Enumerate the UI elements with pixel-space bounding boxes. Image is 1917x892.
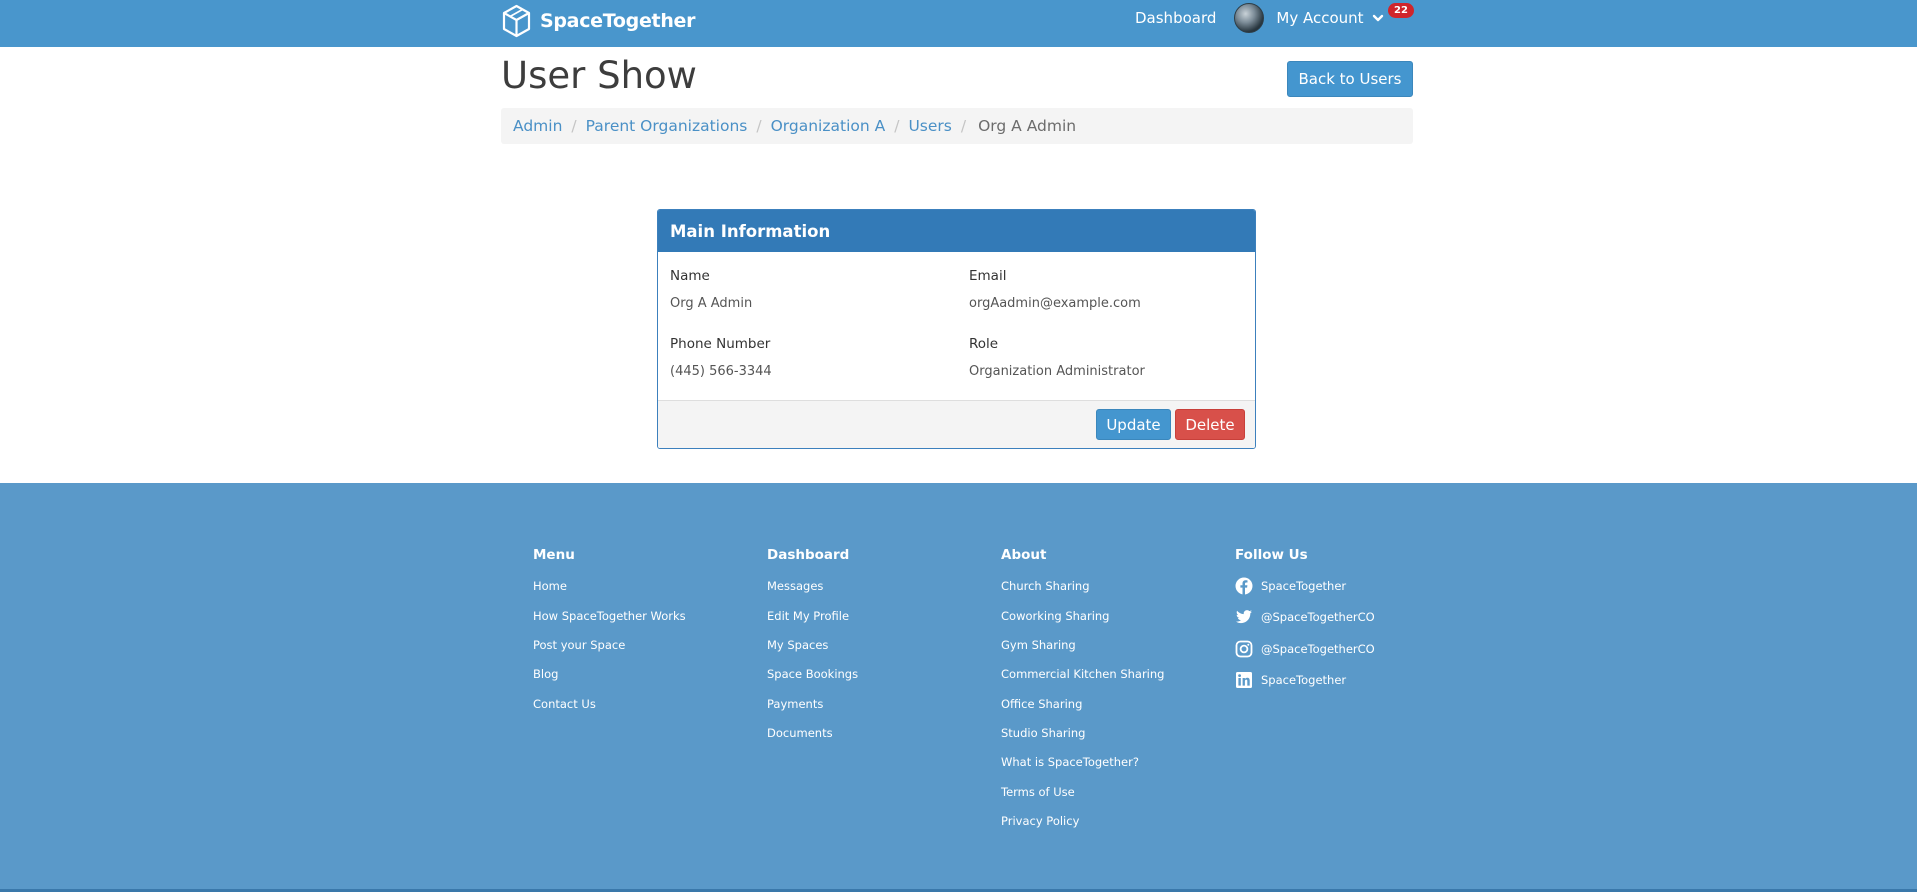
breadcrumb-separator: /	[960, 117, 967, 135]
footer-dashboard-title: Dashboard	[767, 547, 850, 563]
footer-link-space-bookings[interactable]: Space Bookings	[767, 667, 858, 681]
email-label: Email	[969, 268, 1007, 284]
footer-social-twitter[interactable]: @SpaceTogetherCO	[1235, 608, 1375, 626]
role-label: Role	[969, 336, 999, 352]
footer-link-gym-sharing[interactable]: Gym Sharing	[1001, 638, 1076, 652]
footer-link-contact-us[interactable]: Contact Us	[533, 697, 596, 711]
breadcrumb-parent-organizations[interactable]: Parent Organizations	[586, 117, 748, 135]
footer-link-office-sharing[interactable]: Office Sharing	[1001, 697, 1082, 711]
phone-number-value: (445) 566-3344	[670, 364, 772, 379]
footer-link-documents[interactable]: Documents	[767, 726, 833, 740]
chevron-down-icon[interactable]	[1372, 12, 1384, 24]
name-value: Org A Admin	[670, 296, 753, 311]
instagram-icon	[1235, 640, 1253, 658]
breadcrumb-separator: /	[571, 117, 577, 135]
breadcrumb-separator: /	[756, 117, 762, 135]
footer-link-church-sharing[interactable]: Church Sharing	[1001, 579, 1090, 593]
breadcrumb-users[interactable]: Users	[908, 117, 951, 135]
breadcrumb-separator: /	[894, 117, 900, 135]
site-footer: Menu Home How SpaceTogether Works Post y…	[0, 483, 1917, 892]
footer-link-post-your-space[interactable]: Post your Space	[533, 638, 625, 652]
footer-link-how-it-works[interactable]: How SpaceTogether Works	[533, 609, 686, 623]
phone-number-label: Phone Number	[670, 336, 771, 352]
footer-link-coworking-sharing[interactable]: Coworking Sharing	[1001, 609, 1109, 623]
footer-social-instagram[interactable]: @SpaceTogetherCO	[1235, 640, 1375, 658]
panel-footer: Update Delete	[658, 400, 1255, 448]
name-label: Name	[670, 268, 710, 284]
main-information-panel: Main Information Name Org A Admin Email …	[657, 209, 1256, 449]
footer-link-my-spaces[interactable]: My Spaces	[767, 638, 828, 652]
email-value: orgAadmin@example.com	[969, 296, 1141, 311]
footer-link-payments[interactable]: Payments	[767, 697, 823, 711]
footer-about-title: About	[1001, 547, 1047, 563]
page-title: User Show	[501, 54, 697, 97]
footer-link-commercial-kitchen-sharing[interactable]: Commercial Kitchen Sharing	[1001, 667, 1164, 681]
facebook-icon	[1235, 577, 1253, 595]
footer-link-edit-my-profile[interactable]: Edit My Profile	[767, 609, 849, 623]
top-navbar: SpaceTogether Dashboard My Account 22	[0, 0, 1917, 47]
footer-social-linkedin[interactable]: SpaceTogether	[1235, 671, 1346, 689]
linkedin-label: SpaceTogether	[1261, 673, 1347, 687]
footer-link-home[interactable]: Home	[533, 579, 567, 593]
role-value: Organization Administrator	[969, 364, 1145, 379]
footer-link-blog[interactable]: Blog	[533, 667, 558, 681]
breadcrumb-current: Org A Admin	[978, 117, 1077, 135]
cube-logo-icon	[502, 4, 531, 38]
back-to-users-button[interactable]: Back to Users	[1287, 61, 1413, 97]
footer-link-studio-sharing[interactable]: Studio Sharing	[1001, 726, 1085, 740]
breadcrumb: Admin / Parent Organizations / Organizat…	[501, 108, 1413, 144]
facebook-label: SpaceTogether	[1261, 579, 1347, 593]
breadcrumb-organization-a[interactable]: Organization A	[771, 117, 886, 135]
footer-link-terms-of-use[interactable]: Terms of Use	[1001, 785, 1075, 799]
notification-badge[interactable]: 22	[1388, 3, 1414, 18]
user-avatar[interactable]	[1234, 3, 1265, 33]
delete-button[interactable]: Delete	[1175, 409, 1245, 440]
panel-body: Name Org A Admin Email orgAadmin@example…	[658, 252, 1255, 400]
brand-name: SpaceTogether	[540, 10, 696, 32]
instagram-label: @SpaceTogetherCO	[1261, 642, 1375, 656]
linkedin-icon	[1236, 672, 1252, 688]
brand-logo-link[interactable]: SpaceTogether	[501, 2, 696, 40]
footer-link-what-is-spacetogether[interactable]: What is SpaceTogether?	[1001, 755, 1139, 769]
footer-follow-title: Follow Us	[1235, 547, 1308, 563]
footer-social-facebook[interactable]: SpaceTogether	[1235, 577, 1346, 595]
footer-link-privacy-policy[interactable]: Privacy Policy	[1001, 814, 1079, 828]
update-button[interactable]: Update	[1096, 409, 1171, 440]
footer-menu-title: Menu	[533, 547, 575, 563]
footer-link-messages[interactable]: Messages	[767, 579, 823, 593]
nav-dashboard-link[interactable]: Dashboard	[1135, 9, 1216, 27]
twitter-icon	[1236, 610, 1252, 624]
my-account-dropdown[interactable]: My Account	[1276, 9, 1363, 27]
panel-heading: Main Information	[658, 210, 1255, 252]
twitter-label: @SpaceTogetherCO	[1261, 610, 1375, 624]
breadcrumb-admin[interactable]: Admin	[513, 117, 562, 135]
nav-right-group: Dashboard My Account	[1135, 0, 1384, 36]
